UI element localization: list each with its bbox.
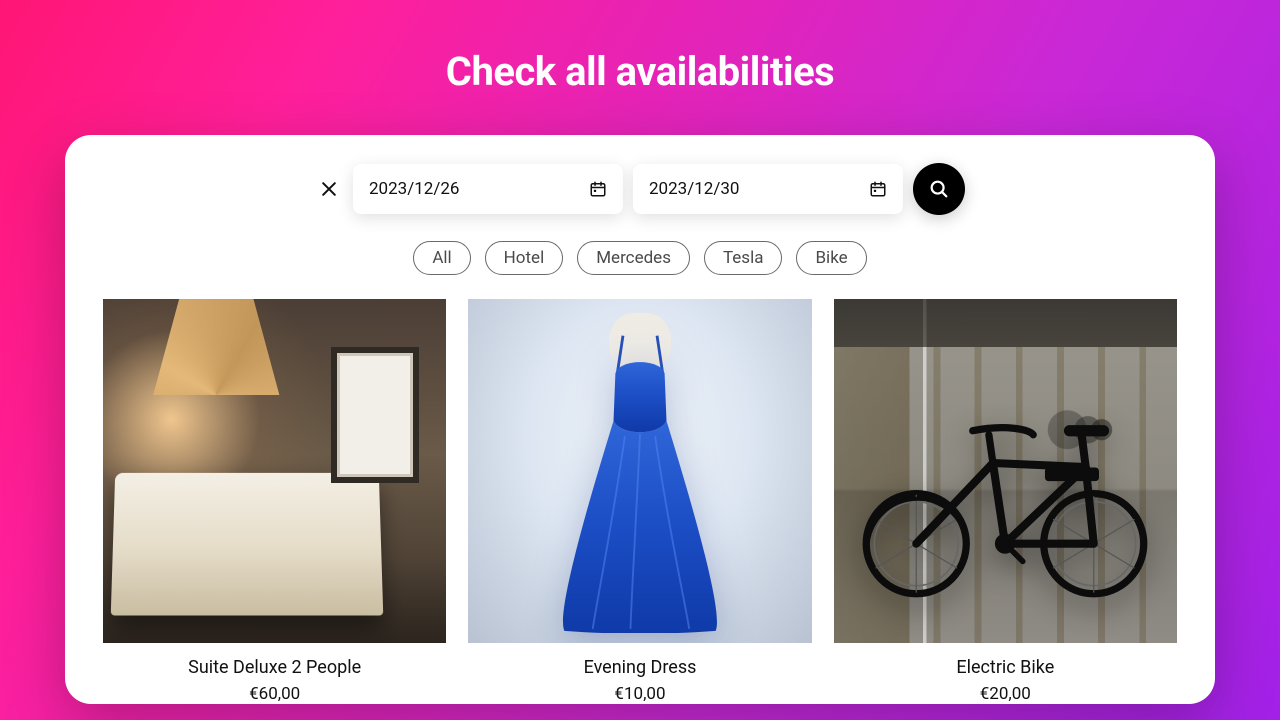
start-date-field[interactable]: 2023/12/26 — [353, 164, 623, 214]
results-panel: 2023/12/26 2023/12/30 All Hotel Mercedes… — [65, 135, 1215, 704]
filter-pill-bike[interactable]: Bike — [796, 241, 866, 275]
start-date-value: 2023/12/26 — [369, 179, 459, 199]
product-image — [103, 299, 446, 643]
product-image — [468, 299, 811, 643]
page-title: Check all availabilities — [446, 48, 834, 95]
calendar-icon — [589, 180, 607, 198]
end-date-field[interactable]: 2023/12/30 — [633, 164, 903, 214]
filter-pill-tesla[interactable]: Tesla — [704, 241, 783, 275]
product-grid: Suite Deluxe 2 People €60,00 — [103, 299, 1177, 704]
search-icon — [928, 178, 950, 200]
product-card[interactable]: Evening Dress €10,00 — [468, 299, 811, 704]
product-price: €20,00 — [980, 684, 1031, 704]
product-image — [834, 299, 1177, 643]
product-card[interactable]: Suite Deluxe 2 People €60,00 — [103, 299, 446, 704]
product-price: €10,00 — [614, 684, 665, 704]
search-bar: 2023/12/26 2023/12/30 — [103, 163, 1177, 215]
product-title: Electric Bike — [956, 657, 1054, 678]
end-date-value: 2023/12/30 — [649, 179, 739, 199]
product-title: Evening Dress — [584, 657, 697, 678]
product-price: €60,00 — [249, 684, 300, 704]
filter-pill-all[interactable]: All — [413, 241, 470, 275]
filter-pill-mercedes[interactable]: Mercedes — [577, 241, 690, 275]
search-button[interactable] — [913, 163, 965, 215]
filter-pill-hotel[interactable]: Hotel — [485, 241, 564, 275]
close-icon — [319, 179, 339, 199]
product-card[interactable]: Electric Bike €20,00 — [834, 299, 1177, 704]
clear-dates-button[interactable] — [315, 175, 343, 203]
filter-row: All Hotel Mercedes Tesla Bike — [103, 241, 1177, 275]
product-title: Suite Deluxe 2 People — [188, 657, 361, 678]
calendar-icon — [869, 180, 887, 198]
